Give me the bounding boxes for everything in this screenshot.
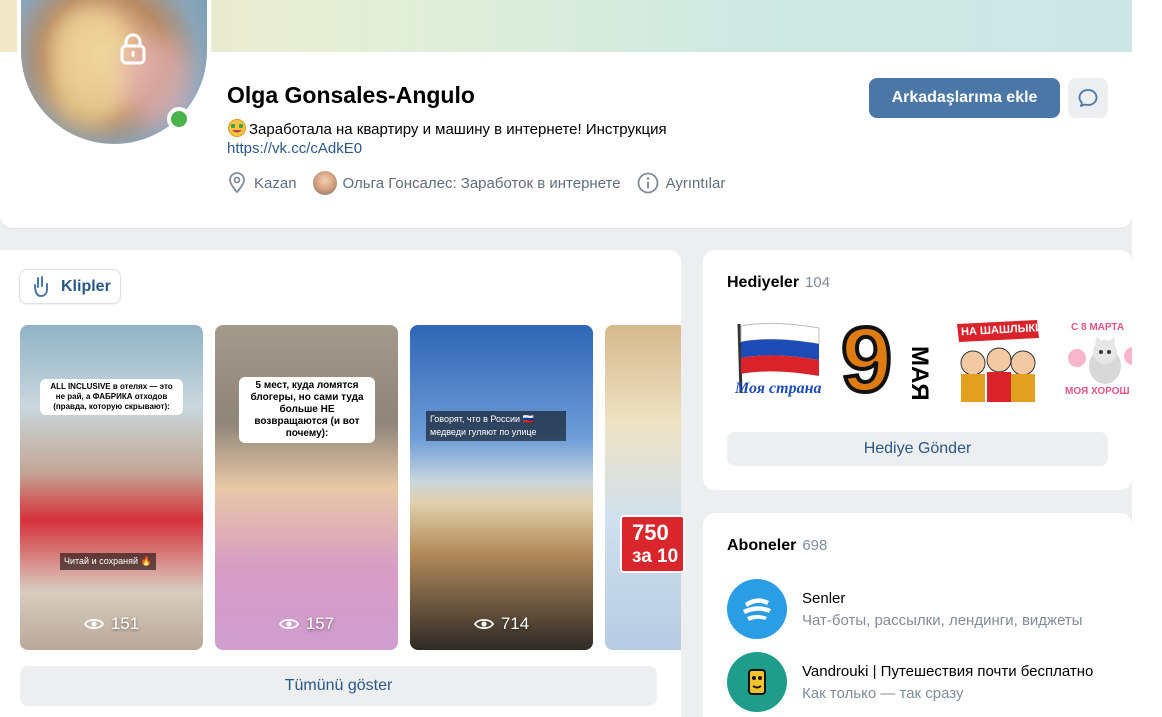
details-button[interactable]: Ayrıntılar bbox=[637, 172, 726, 194]
subscribers-section: Aboneler 698 Senler Чат-боты, рассылки, л… bbox=[703, 513, 1132, 717]
gifts-header[interactable]: Hediyeler 104 bbox=[727, 274, 830, 292]
subscribers-title: Aboneler bbox=[727, 537, 797, 554]
details-label: Ayrıntılar bbox=[665, 174, 726, 192]
shashlik-gift[interactable]: НА ШАШЛЫКИ! bbox=[953, 318, 1047, 408]
clip-caption: ALL INCLUSIVE в отелях — это не рай, а Ф… bbox=[40, 379, 183, 415]
clip-subtitle: Читай и сохраняй 🔥 bbox=[60, 553, 156, 570]
clip-views-count: 151 bbox=[110, 614, 140, 633]
eye-icon bbox=[83, 618, 104, 630]
russia-flag-gift[interactable]: Моя страна bbox=[731, 318, 823, 408]
info-icon bbox=[637, 172, 659, 194]
clips-icon bbox=[34, 275, 48, 297]
clip-views: 157 bbox=[215, 614, 398, 634]
add-friend-button[interactable]: Arkadaşlarıma ekle bbox=[869, 78, 1060, 118]
gifts-section: Hediyeler 104 Моя страна 9 МАЯ НА ШАШЛЫКИ… bbox=[703, 250, 1132, 490]
send-gift-button[interactable]: Hediye Gönder bbox=[727, 432, 1108, 466]
clip-views: 151 bbox=[20, 614, 203, 634]
subscriber-item[interactable]: Senler Чат-боты, рассылки, лендинги, вид… bbox=[727, 579, 1127, 639]
city-info[interactable]: Kazan bbox=[227, 172, 297, 194]
clip-views: 714 bbox=[410, 614, 593, 634]
vandrouki-avatar bbox=[727, 652, 787, 712]
clips-tab-label: Klipler bbox=[61, 277, 111, 295]
gift-caption: Моя страна bbox=[735, 380, 822, 397]
subscriber-name: Vandrouki | Путешествия почти бесплатно bbox=[802, 662, 1094, 680]
profile-link[interactable]: https://vk.cc/cAdkE0 bbox=[227, 140, 362, 157]
gift-caption-2: МОЯ ХОРОШ bbox=[1065, 386, 1130, 397]
lock-icon bbox=[120, 33, 146, 65]
online-indicator bbox=[167, 107, 191, 131]
profile-name: Olga Gonsales-Angulo bbox=[227, 82, 475, 108]
clip-thumbnail[interactable] bbox=[605, 325, 681, 650]
senler-logo-icon bbox=[743, 598, 771, 621]
show-all-clips-button[interactable]: Tümünü göster bbox=[20, 666, 657, 706]
subscribers-count: 698 bbox=[802, 537, 828, 554]
may-9-gift[interactable]: 9 МАЯ bbox=[839, 312, 933, 408]
gift-caption: МАЯ bbox=[906, 346, 933, 401]
kitten-gift[interactable]: С 8 МАРТА МОЯ ХОРОШ bbox=[1063, 318, 1132, 408]
vandrouki-logo-icon bbox=[748, 669, 766, 695]
clip-price-tag: 750 за 10 bbox=[620, 515, 685, 573]
profile-info-row: Kazan Ольга Гонсалес: Заработок в интерн… bbox=[227, 171, 741, 195]
subscriber-item[interactable]: Vandrouki | Путешествия почти бесплатно … bbox=[727, 652, 1127, 712]
clip-thumbnail[interactable]: ALL INCLUSIVE в отелях — это не рай, а Ф… bbox=[20, 325, 203, 650]
message-button[interactable] bbox=[1068, 78, 1108, 118]
money-face-emoji-icon bbox=[228, 119, 246, 137]
price-line-1: 750 bbox=[632, 520, 669, 545]
gifts-title: Hediyeler bbox=[727, 274, 800, 291]
community-label: Ольга Гонсалес: Заработок в интернете bbox=[342, 174, 621, 192]
city-label: Kazan bbox=[254, 174, 297, 192]
gifts-count: 104 bbox=[805, 274, 831, 291]
clip-thumbnail[interactable]: 5 мест, куда ломятся блогеры, но сами ту… bbox=[215, 325, 398, 650]
page-scroll-gutter bbox=[1132, 0, 1162, 717]
gift-caption: С 8 МАРТА bbox=[1071, 322, 1125, 333]
eye-icon bbox=[278, 618, 299, 630]
eye-icon bbox=[473, 618, 494, 630]
message-bubble-icon bbox=[1078, 89, 1098, 107]
clip-caption: Говорят, что в России 🇷🇺 медведи гуляют … bbox=[426, 411, 566, 441]
community-avatar bbox=[312, 171, 337, 195]
location-pin-icon bbox=[229, 172, 245, 194]
price-line-2: за 10 bbox=[632, 546, 679, 567]
subscriber-description: Чат-боты, рассылки, лендинги, виджеты bbox=[802, 611, 1083, 629]
community-link[interactable]: Ольга Гонсалес: Заработок в интернете bbox=[312, 171, 621, 195]
senler-avatar bbox=[727, 579, 787, 639]
clip-thumbnail[interactable]: Говорят, что в России 🇷🇺 медведи гуляют … bbox=[410, 325, 593, 650]
clip-views-count: 157 bbox=[305, 614, 335, 633]
clips-section: Klipler ALL INCLUSIVE в отелях — это не … bbox=[0, 250, 681, 717]
clip-caption: 5 мест, куда ломятся блогеры, но сами ту… bbox=[239, 377, 375, 443]
subscriber-description: Как только — так сразу bbox=[802, 684, 964, 702]
profile-status: Заработала на квартиру и машину в интерн… bbox=[227, 119, 667, 138]
subscribers-header[interactable]: Aboneler 698 bbox=[727, 537, 827, 555]
tab-clips[interactable]: Klipler bbox=[19, 269, 121, 304]
gift-big-number: 9 bbox=[839, 309, 894, 411]
clip-views-count: 714 bbox=[500, 614, 530, 633]
status-text: Заработала на квартиру и машину в интерн… bbox=[249, 121, 667, 138]
subscriber-name: Senler bbox=[802, 589, 846, 607]
